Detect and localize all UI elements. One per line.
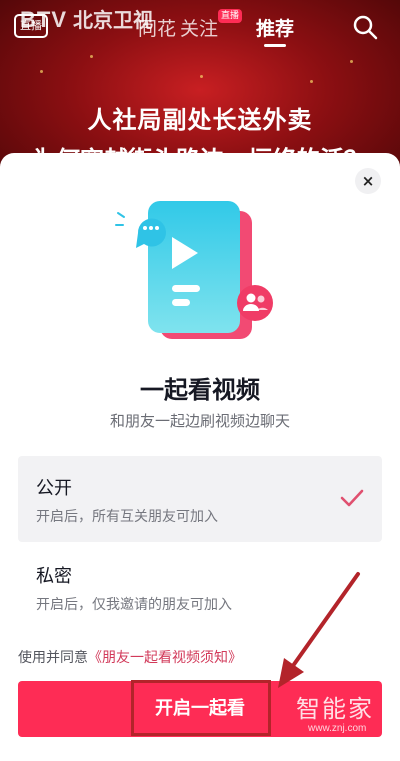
agreement-prefix: 使用并同意 xyxy=(18,650,88,666)
close-button[interactable]: × xyxy=(355,168,381,194)
live-badge: 直播 xyxy=(218,9,243,23)
agreement-link[interactable]: 《朋友一起看视频须知》 xyxy=(88,650,242,666)
annotation-highlight-box xyxy=(131,680,271,736)
sheet-subtitle: 和朋友一起边刷视频边聊天 xyxy=(109,412,290,430)
sheet-title: 一起看视频 xyxy=(140,376,260,404)
video-headline: 人社局副处长送外卖 xyxy=(87,106,313,134)
active-tab-indicator xyxy=(264,44,286,47)
option-label: 私密 xyxy=(36,566,72,587)
check-icon xyxy=(340,489,364,507)
watermark-name: 智能家 xyxy=(296,695,374,723)
tab-recommend[interactable]: 推荐 xyxy=(256,14,294,41)
live-button[interactable]: 直播 xyxy=(14,14,48,38)
sparkle xyxy=(350,60,353,63)
tab-follow[interactable]: 关注 xyxy=(180,14,218,41)
watermark-url: www.znj.com xyxy=(308,723,367,734)
annotation-arrow-icon xyxy=(278,572,360,688)
agreement-text: 使用并同意《朋友一起看视频须知》 xyxy=(18,647,242,667)
sparkle xyxy=(310,80,313,83)
watermark: 智能家 www.znj.com xyxy=(288,689,398,749)
watch-together-sheet: × 一起看视频 和朋友一起边刷视频边聊天 公开 开启后，所有互关朋友可加入 私密… xyxy=(0,153,400,761)
watch-together-illustration xyxy=(115,201,273,339)
search-icon[interactable] xyxy=(352,14,378,40)
sparkle xyxy=(90,55,93,58)
sparkle xyxy=(200,75,203,78)
option-desc: 开启后，所有互关朋友可加入 xyxy=(36,509,218,525)
option-label: 公开 xyxy=(36,478,72,499)
option-public[interactable]: 公开 开启后，所有互关朋友可加入 xyxy=(18,456,382,542)
sparkle xyxy=(40,70,43,73)
option-desc: 开启后，仅我邀请的朋友可加入 xyxy=(36,597,232,613)
top-nav: BTV 北京卫视 直播 同花 关注 直播 推荐 xyxy=(0,0,400,52)
tab-tonghua[interactable]: 同花 xyxy=(138,14,176,41)
